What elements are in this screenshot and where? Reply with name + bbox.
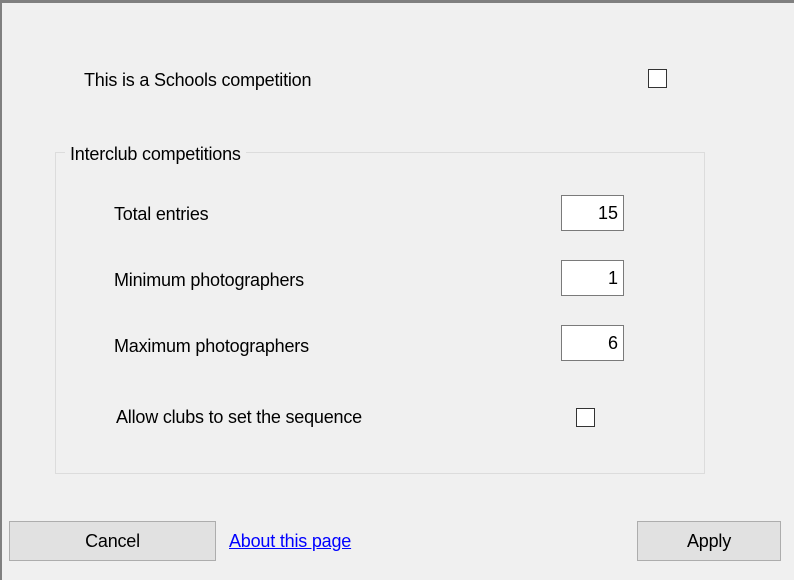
total-entries-input[interactable] [561,195,624,231]
interclub-group-legend: Interclub competitions [65,143,246,165]
schools-competition-checkbox[interactable] [648,69,667,88]
minimum-photographers-label: Minimum photographers [114,270,304,290]
schools-competition-label: This is a Schools competition [84,70,312,90]
apply-button[interactable]: Apply [637,521,781,561]
allow-sequence-checkbox[interactable] [576,408,595,427]
maximum-photographers-input[interactable] [561,325,624,361]
total-entries-label: Total entries [114,204,209,224]
maximum-photographers-label: Maximum photographers [114,336,309,356]
cancel-button[interactable]: Cancel [9,521,216,561]
allow-sequence-label: Allow clubs to set the sequence [116,407,362,427]
minimum-photographers-input[interactable] [561,260,624,296]
about-page-link[interactable]: About this page [229,530,351,552]
